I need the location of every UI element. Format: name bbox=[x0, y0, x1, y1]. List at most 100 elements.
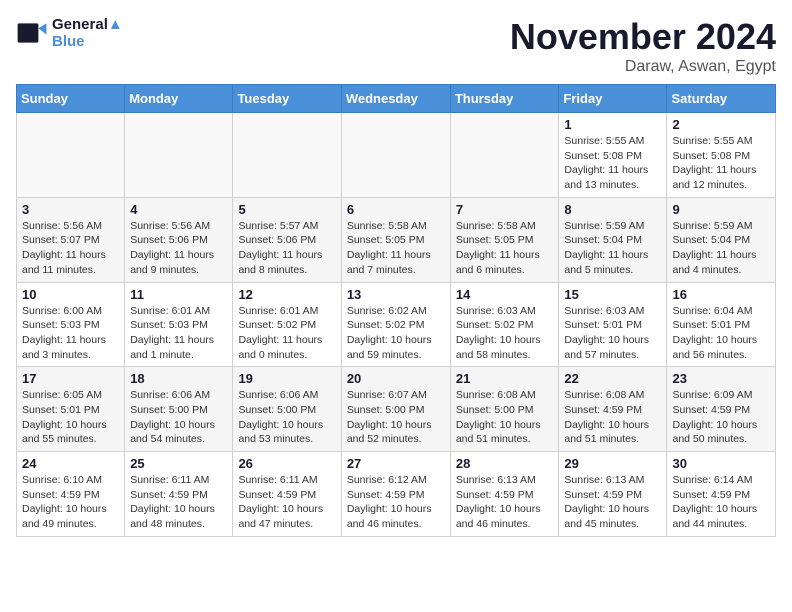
day-cell bbox=[17, 113, 125, 198]
day-cell: 7 Sunrise: 5:58 AM Sunset: 5:05 PM Daylig… bbox=[450, 197, 559, 282]
day-number: 19 bbox=[238, 371, 335, 386]
day-info: Sunrise: 6:11 AM Sunset: 4:59 PM Dayligh… bbox=[130, 473, 227, 532]
day-number: 10 bbox=[22, 287, 119, 302]
column-header-sunday: Sunday bbox=[17, 85, 125, 113]
day-number: 21 bbox=[456, 371, 554, 386]
day-cell: 27Sunrise: 6:12 AM Sunset: 4:59 PM Dayli… bbox=[341, 452, 450, 537]
week-row-5: 24 Sunrise: 6:10 AM Sunset: 4:59 PM Dayli… bbox=[17, 452, 776, 537]
day-number: 8 bbox=[564, 202, 661, 217]
day-cell bbox=[450, 113, 559, 198]
column-header-wednesday: Wednesday bbox=[341, 85, 450, 113]
day-number: 2 bbox=[672, 117, 770, 132]
day-cell: 18 Sunrise: 6:06 AM Sunset: 5:00 PM Dayli… bbox=[125, 367, 233, 452]
day-cell: 24 Sunrise: 6:10 AM Sunset: 4:59 PM Dayli… bbox=[17, 452, 125, 537]
day-info: Sunrise: 6:06 AM Sunset: 5:00 PM Dayligh… bbox=[238, 388, 335, 447]
day-number: 30 bbox=[672, 456, 770, 471]
day-info: Sunrise: 6:08 AM Sunset: 5:00 PM Dayligh… bbox=[456, 388, 554, 447]
day-cell: 26 Sunrise: 6:11 AM Sunset: 4:59 PM Dayli… bbox=[233, 452, 341, 537]
day-info: Sunrise: 6:13 AM Sunset: 4:59 PM Dayligh… bbox=[564, 473, 661, 532]
day-cell: 25 Sunrise: 6:11 AM Sunset: 4:59 PM Dayli… bbox=[125, 452, 233, 537]
day-cell: 5 Sunrise: 5:57 AM Sunset: 5:06 PM Daylig… bbox=[233, 197, 341, 282]
day-number: 7 bbox=[456, 202, 554, 217]
day-number: 9 bbox=[672, 202, 770, 217]
day-cell: 29Sunrise: 6:13 AM Sunset: 4:59 PM Dayli… bbox=[559, 452, 667, 537]
day-info: Sunrise: 6:06 AM Sunset: 5:00 PM Dayligh… bbox=[130, 388, 227, 447]
day-info: Sunrise: 5:56 AM Sunset: 5:06 PM Dayligh… bbox=[130, 219, 227, 278]
day-number: 4 bbox=[130, 202, 227, 217]
day-number: 28 bbox=[456, 456, 554, 471]
header: General▲ Blue November 2024 Daraw, Aswan… bbox=[16, 16, 776, 76]
day-number: 5 bbox=[238, 202, 335, 217]
day-number: 24 bbox=[22, 456, 119, 471]
day-info: Sunrise: 5:59 AM Sunset: 5:04 PM Dayligh… bbox=[672, 219, 770, 278]
day-number: 18 bbox=[130, 371, 227, 386]
day-number: 25 bbox=[130, 456, 227, 471]
day-info: Sunrise: 6:09 AM Sunset: 4:59 PM Dayligh… bbox=[672, 388, 770, 447]
day-info: Sunrise: 6:13 AM Sunset: 4:59 PM Dayligh… bbox=[456, 473, 554, 532]
day-cell: 15Sunrise: 6:03 AM Sunset: 5:01 PM Dayli… bbox=[559, 282, 667, 367]
day-cell: 16 Sunrise: 6:04 AM Sunset: 5:01 PM Dayli… bbox=[667, 282, 776, 367]
day-number: 16 bbox=[672, 287, 770, 302]
day-info: Sunrise: 5:55 AM Sunset: 5:08 PM Dayligh… bbox=[672, 134, 770, 193]
column-header-tuesday: Tuesday bbox=[233, 85, 341, 113]
day-cell: 19 Sunrise: 6:06 AM Sunset: 5:00 PM Dayli… bbox=[233, 367, 341, 452]
month-title: November 2024 bbox=[510, 16, 776, 58]
week-row-3: 10Sunrise: 6:00 AM Sunset: 5:03 PM Dayli… bbox=[17, 282, 776, 367]
day-info: Sunrise: 6:03 AM Sunset: 5:02 PM Dayligh… bbox=[456, 304, 554, 363]
day-cell: 23 Sunrise: 6:09 AM Sunset: 4:59 PM Dayli… bbox=[667, 367, 776, 452]
column-header-friday: Friday bbox=[559, 85, 667, 113]
logo-text: General▲ Blue bbox=[52, 16, 123, 50]
day-number: 15 bbox=[564, 287, 661, 302]
day-info: Sunrise: 6:04 AM Sunset: 5:01 PM Dayligh… bbox=[672, 304, 770, 363]
day-info: Sunrise: 6:11 AM Sunset: 4:59 PM Dayligh… bbox=[238, 473, 335, 532]
logo-icon bbox=[16, 17, 48, 49]
day-cell: 8Sunrise: 5:59 AM Sunset: 5:04 PM Daylig… bbox=[559, 197, 667, 282]
day-cell: 12 Sunrise: 6:01 AM Sunset: 5:02 PM Dayli… bbox=[233, 282, 341, 367]
day-number: 14 bbox=[456, 287, 554, 302]
day-cell: 11Sunrise: 6:01 AM Sunset: 5:03 PM Dayli… bbox=[125, 282, 233, 367]
day-info: Sunrise: 5:57 AM Sunset: 5:06 PM Dayligh… bbox=[238, 219, 335, 278]
column-header-thursday: Thursday bbox=[450, 85, 559, 113]
day-number: 23 bbox=[672, 371, 770, 386]
logo: General▲ Blue bbox=[16, 16, 123, 50]
day-number: 20 bbox=[347, 371, 445, 386]
week-row-4: 17 Sunrise: 6:05 AM Sunset: 5:01 PM Dayli… bbox=[17, 367, 776, 452]
day-number: 1 bbox=[564, 117, 661, 132]
day-cell: 9 Sunrise: 5:59 AM Sunset: 5:04 PM Daylig… bbox=[667, 197, 776, 282]
day-cell: 4 Sunrise: 5:56 AM Sunset: 5:06 PM Daylig… bbox=[125, 197, 233, 282]
day-info: Sunrise: 6:08 AM Sunset: 4:59 PM Dayligh… bbox=[564, 388, 661, 447]
day-info: Sunrise: 5:58 AM Sunset: 5:05 PM Dayligh… bbox=[456, 219, 554, 278]
day-number: 12 bbox=[238, 287, 335, 302]
day-cell: 3 Sunrise: 5:56 AM Sunset: 5:07 PM Daylig… bbox=[17, 197, 125, 282]
day-cell bbox=[233, 113, 341, 198]
day-cell: 28 Sunrise: 6:13 AM Sunset: 4:59 PM Dayli… bbox=[450, 452, 559, 537]
day-number: 26 bbox=[238, 456, 335, 471]
day-info: Sunrise: 5:56 AM Sunset: 5:07 PM Dayligh… bbox=[22, 219, 119, 278]
location: Daraw, Aswan, Egypt bbox=[510, 58, 776, 76]
day-cell: 21 Sunrise: 6:08 AM Sunset: 5:00 PM Dayli… bbox=[450, 367, 559, 452]
day-info: Sunrise: 6:10 AM Sunset: 4:59 PM Dayligh… bbox=[22, 473, 119, 532]
calendar-header-row: SundayMondayTuesdayWednesdayThursdayFrid… bbox=[17, 85, 776, 113]
day-info: Sunrise: 5:58 AM Sunset: 5:05 PM Dayligh… bbox=[347, 219, 445, 278]
column-header-monday: Monday bbox=[125, 85, 233, 113]
day-info: Sunrise: 6:01 AM Sunset: 5:02 PM Dayligh… bbox=[238, 304, 335, 363]
title-section: November 2024 Daraw, Aswan, Egypt bbox=[510, 16, 776, 76]
week-row-2: 3 Sunrise: 5:56 AM Sunset: 5:07 PM Daylig… bbox=[17, 197, 776, 282]
day-cell: 17 Sunrise: 6:05 AM Sunset: 5:01 PM Dayli… bbox=[17, 367, 125, 452]
calendar-table: SundayMondayTuesdayWednesdayThursdayFrid… bbox=[16, 84, 776, 537]
day-cell: 13Sunrise: 6:02 AM Sunset: 5:02 PM Dayli… bbox=[341, 282, 450, 367]
day-cell: 30 Sunrise: 6:14 AM Sunset: 4:59 PM Dayli… bbox=[667, 452, 776, 537]
day-info: Sunrise: 6:07 AM Sunset: 5:00 PM Dayligh… bbox=[347, 388, 445, 447]
column-header-saturday: Saturday bbox=[667, 85, 776, 113]
day-info: Sunrise: 5:55 AM Sunset: 5:08 PM Dayligh… bbox=[564, 134, 661, 193]
day-number: 17 bbox=[22, 371, 119, 386]
day-cell bbox=[341, 113, 450, 198]
day-cell: 20 Sunrise: 6:07 AM Sunset: 5:00 PM Dayli… bbox=[341, 367, 450, 452]
day-info: Sunrise: 6:14 AM Sunset: 4:59 PM Dayligh… bbox=[672, 473, 770, 532]
day-number: 3 bbox=[22, 202, 119, 217]
day-cell: 6Sunrise: 5:58 AM Sunset: 5:05 PM Daylig… bbox=[341, 197, 450, 282]
day-info: Sunrise: 6:12 AM Sunset: 4:59 PM Dayligh… bbox=[347, 473, 445, 532]
day-info: Sunrise: 6:05 AM Sunset: 5:01 PM Dayligh… bbox=[22, 388, 119, 447]
day-number: 22 bbox=[564, 371, 661, 386]
day-cell bbox=[125, 113, 233, 198]
